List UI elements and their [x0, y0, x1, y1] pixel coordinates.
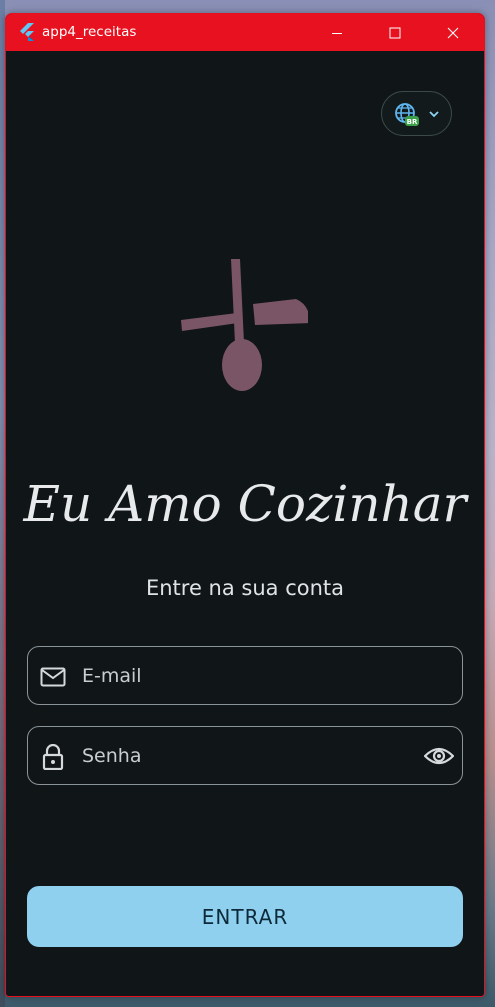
password-input[interactable] — [82, 727, 402, 784]
window-title: app4_receitas — [42, 24, 137, 40]
password-field[interactable] — [27, 726, 463, 785]
login-subtitle: Entre na sua conta — [145, 576, 345, 600]
maximize-icon — [389, 27, 401, 38]
language-badge: BR — [407, 118, 418, 126]
utensils-icon — [181, 259, 308, 391]
minimize-button[interactable] — [308, 14, 366, 51]
close-icon — [447, 27, 459, 38]
login-button[interactable]: ENTRAR — [27, 886, 463, 947]
maximize-button[interactable] — [366, 14, 424, 51]
title-bar[interactable]: app4_receitas — [6, 14, 484, 51]
language-selector[interactable]: BR — [381, 91, 452, 136]
lock-icon — [42, 744, 64, 770]
flutter-logo-icon — [20, 23, 34, 41]
login-screen: BR Eu Amo Cozinhar Entre na sua conta E-… — [6, 51, 484, 996]
app-title: Eu Amo Cozinhar — [23, 475, 467, 533]
mail-icon — [40, 667, 66, 687]
app-window: app4_receitas BR Eu Amo Cozinhar Entre n… — [5, 13, 485, 997]
email-input[interactable] — [82, 647, 402, 704]
eye-icon[interactable] — [424, 743, 454, 769]
minimize-icon — [332, 32, 342, 34]
chevron-down-icon — [429, 111, 439, 118]
close-button[interactable] — [424, 14, 482, 51]
globe-icon: BR — [395, 103, 419, 126]
email-field[interactable] — [27, 646, 463, 705]
